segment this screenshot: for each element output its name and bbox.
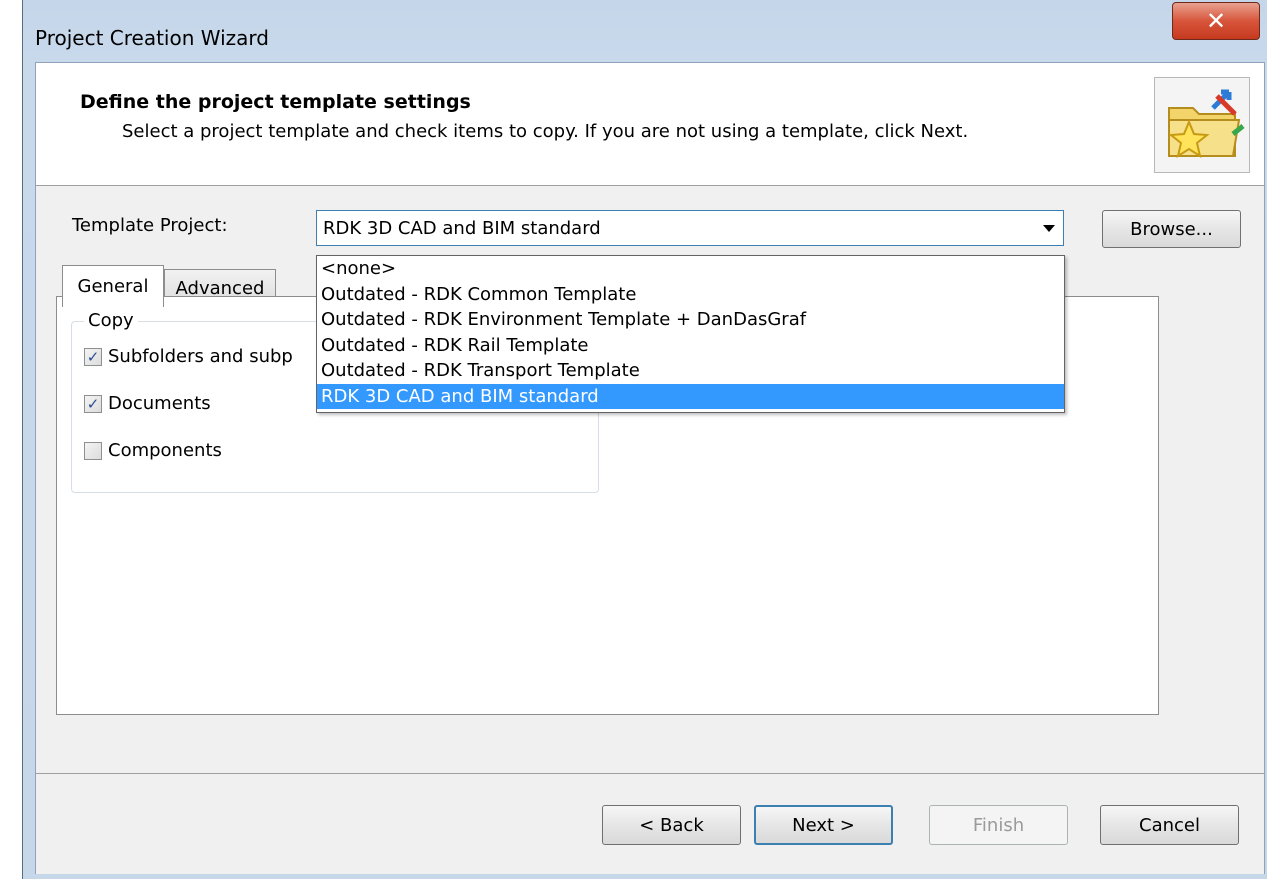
dropdown-option-common[interactable]: Outdated - RDK Common Template (317, 282, 1064, 308)
cancel-button[interactable]: Cancel (1100, 805, 1239, 845)
wizard-window: Project Creation Wizard ✕ Define the pro… (22, 0, 1267, 879)
documents-checkbox[interactable]: ✓ (84, 394, 102, 413)
subfolders-checkbox-row[interactable]: ✓ Subfolders and subp (84, 346, 293, 367)
close-button[interactable]: ✕ (1172, 2, 1260, 40)
dropdown-option-rail[interactable]: Outdated - RDK Rail Template (317, 333, 1064, 359)
desktop-edge (0, 0, 22, 879)
subfolders-checkbox[interactable]: ✓ (84, 347, 102, 366)
dropdown-option-transport[interactable]: Outdated - RDK Transport Template (317, 358, 1064, 384)
chevron-down-icon[interactable] (1043, 225, 1055, 232)
wizard-folder-star-icon (1154, 77, 1250, 173)
tab-general[interactable]: General (62, 265, 164, 307)
finish-button[interactable]: Finish (929, 805, 1068, 845)
template-project-label: Template Project: (72, 215, 228, 236)
components-label: Components (108, 440, 222, 461)
combobox-selected-value: RDK 3D CAD and BIM standard (323, 218, 601, 239)
copy-group-label: Copy (84, 310, 138, 331)
dropdown-option-3d-cad-bim[interactable]: RDK 3D CAD and BIM standard (317, 383, 1064, 409)
window-title: Project Creation Wizard (35, 26, 269, 50)
close-icon: ✕ (1205, 7, 1227, 35)
dialog-client-area: Define the project template settings Sel… (35, 62, 1265, 874)
documents-checkbox-row[interactable]: ✓ Documents (84, 393, 211, 414)
dropdown-option-environment[interactable]: Outdated - RDK Environment Template + Da… (317, 307, 1064, 333)
documents-label: Documents (108, 393, 211, 414)
browse-button[interactable]: Browse... (1102, 210, 1241, 248)
subfolders-label: Subfolders and subp (108, 346, 293, 367)
title-bar: Project Creation Wizard ✕ (23, 0, 1267, 62)
components-checkbox[interactable] (84, 441, 102, 460)
components-checkbox-row[interactable]: Components (84, 440, 222, 461)
dropdown-option-none[interactable]: <none> (317, 256, 1064, 282)
template-project-combobox[interactable]: RDK 3D CAD and BIM standard (316, 210, 1064, 246)
wizard-header: Define the project template settings Sel… (36, 63, 1264, 186)
header-subtitle: Select a project template and check item… (122, 121, 969, 142)
next-button[interactable]: Next > (754, 805, 893, 845)
template-dropdown-list[interactable]: <none> Outdated - RDK Common Template Ou… (316, 255, 1065, 413)
header-title: Define the project template settings (80, 91, 471, 113)
back-button[interactable]: < Back (602, 805, 741, 845)
